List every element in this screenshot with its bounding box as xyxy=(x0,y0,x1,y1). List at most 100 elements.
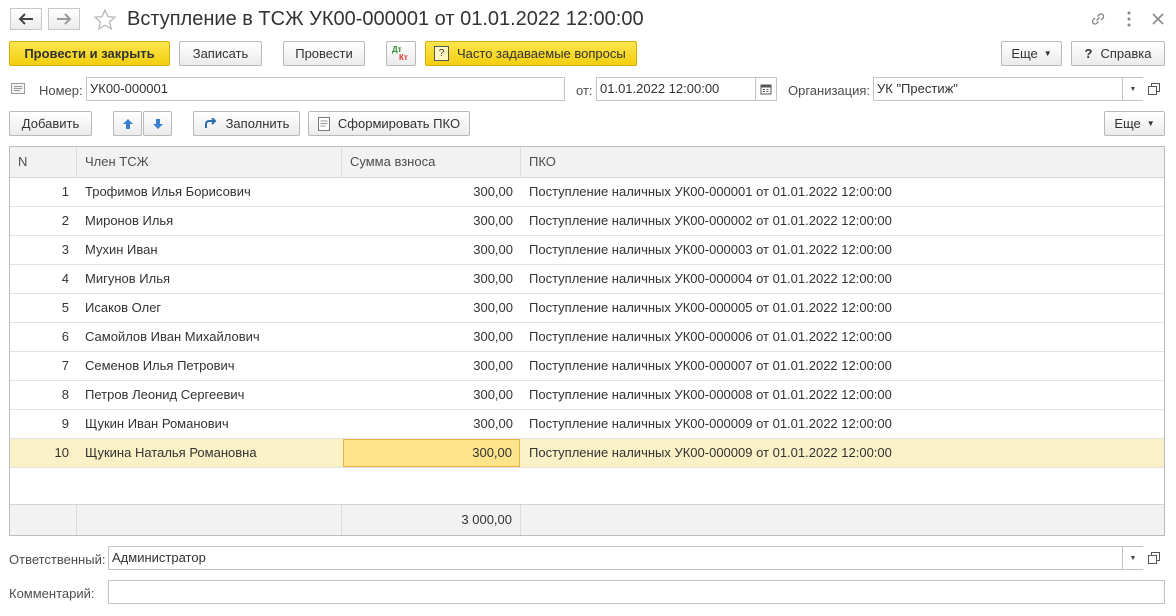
footer-cell xyxy=(10,505,77,535)
organization-dropdown-button[interactable]: ▼ xyxy=(1122,77,1144,101)
vertical-dots-icon xyxy=(1127,11,1131,27)
more-button-top[interactable]: Еще ▼ xyxy=(1001,41,1062,66)
add-button[interactable]: Добавить xyxy=(9,111,92,136)
dt-kt-icon: Дт Кт xyxy=(392,44,408,62)
help-icon: ? xyxy=(1084,46,1093,61)
responsible-dropdown-button[interactable]: ▼ xyxy=(1122,546,1144,570)
fee-amount[interactable]: 300,00 xyxy=(343,207,520,235)
fee-amount[interactable]: 300,00 xyxy=(343,294,520,322)
member-name[interactable]: Миронов Илья xyxy=(77,207,342,235)
fee-amount[interactable]: 300,00 xyxy=(343,410,520,438)
table-header: N Член ТСЖ Сумма взноса ПКО xyxy=(10,147,1164,178)
pko-document[interactable]: Поступление наличных УК00-000004 от 01.0… xyxy=(521,265,1164,293)
table-row[interactable]: 2 Миронов Илья 300,00 Поступление наличных … xyxy=(10,207,1164,236)
total-amount: 3 000,00 xyxy=(342,505,521,535)
pko-document[interactable]: Поступление наличных УК00-000006 от 01.0… xyxy=(521,323,1164,351)
fee-amount[interactable]: 300,00 xyxy=(343,323,520,351)
member-name[interactable]: Щукин Иван Романович xyxy=(77,410,342,438)
column-header-pko[interactable]: ПКО xyxy=(521,147,1164,177)
number-field[interactable]: УК00-000001 xyxy=(86,77,565,101)
fill-button[interactable]: Заполнить xyxy=(193,111,300,136)
row-number: 10 xyxy=(54,445,69,460)
member-name[interactable]: Исаков Олег xyxy=(77,294,342,322)
post-label: Провести xyxy=(295,46,353,61)
back-button[interactable] xyxy=(10,8,42,30)
close-button[interactable] xyxy=(1149,10,1167,28)
create-pko-button[interactable]: Сформировать ПКО xyxy=(308,111,470,136)
move-up-button[interactable] xyxy=(113,111,142,136)
question-icon: ? xyxy=(434,46,449,61)
fee-amount[interactable]: 300,00 xyxy=(343,178,520,206)
table-row[interactable]: 7 Семенов Илья Петрович 300,00 Поступление … xyxy=(10,352,1164,381)
faq-label: Часто задаваемые вопросы xyxy=(457,46,626,61)
pko-document[interactable]: Поступление наличных УК00-000005 от 01.0… xyxy=(521,294,1164,322)
pko-document[interactable]: Поступление наличных УК00-000009 от 01.0… xyxy=(521,439,1164,467)
member-name[interactable]: Мухин Иван xyxy=(77,236,342,264)
move-down-button[interactable] xyxy=(143,111,172,136)
post-button[interactable]: Провести xyxy=(283,41,365,66)
comment-field[interactable] xyxy=(108,580,1165,604)
table-row[interactable]: 4 Мигунов Илья 300,00 Поступление наличных … xyxy=(10,265,1164,294)
member-name[interactable]: Трофимов Илья Борисович xyxy=(77,178,342,206)
column-header-member[interactable]: Член ТСЖ xyxy=(77,147,342,177)
fee-amount[interactable]: 300,00 xyxy=(343,265,520,293)
chevron-down-icon: ▼ xyxy=(1043,49,1052,58)
more-button-table[interactable]: Еще ▼ xyxy=(1104,111,1165,136)
member-name[interactable]: Семенов Илья Петрович xyxy=(77,352,342,380)
member-name[interactable]: Щукина Наталья Романовна xyxy=(77,439,342,467)
member-name[interactable]: Самойлов Иван Михайлович xyxy=(77,323,342,351)
responsible-field[interactable]: Администратор xyxy=(108,546,1123,570)
open-window-icon xyxy=(1148,83,1160,95)
pko-document[interactable]: Поступление наличных УК00-000007 от 01.0… xyxy=(521,352,1164,380)
calendar-button[interactable] xyxy=(755,77,777,101)
column-header-amount[interactable]: Сумма взноса xyxy=(342,147,521,177)
dt-kt-button[interactable]: Дт Кт xyxy=(386,41,416,66)
forward-button[interactable] xyxy=(48,8,80,30)
link-button[interactable] xyxy=(1089,10,1107,28)
number-label: Номер: xyxy=(39,83,83,98)
row-number: 8 xyxy=(61,387,69,402)
more-menu-button[interactable] xyxy=(1122,10,1136,28)
fee-amount[interactable]: 300,00 xyxy=(343,352,520,380)
organization-field[interactable]: УК "Престиж" xyxy=(873,77,1123,101)
table-row[interactable]: 10 Щукина Наталья Романовна 300,00 Поступле… xyxy=(10,439,1164,468)
favorite-button[interactable] xyxy=(93,8,117,32)
pko-document[interactable]: Поступление наличных УК00-000008 от 01.0… xyxy=(521,381,1164,409)
arrow-right-icon xyxy=(57,13,72,25)
fill-label: Заполнить xyxy=(225,116,290,131)
pko-document[interactable]: Поступление наличных УК00-000009 от 01.0… xyxy=(521,410,1164,438)
save-button[interactable]: Записать xyxy=(179,41,262,66)
post-and-close-button[interactable]: Провести и закрыть xyxy=(9,41,170,66)
table-row[interactable]: 6 Самойлов Иван Михайлович 300,00 Поступлен… xyxy=(10,323,1164,352)
pko-document[interactable]: Поступление наличных УК00-000001 от 01.0… xyxy=(521,178,1164,206)
members-table[interactable]: N Член ТСЖ Сумма взноса ПКО 1 Трофимов Ил… xyxy=(9,146,1165,536)
fee-amount[interactable]: 300,00 xyxy=(343,236,520,264)
link-icon xyxy=(1091,13,1105,25)
footer-cell xyxy=(77,505,342,535)
arrow-down-icon xyxy=(152,118,163,129)
table-row[interactable]: 9 Щукин Иван Романович 300,00 Поступление н… xyxy=(10,410,1164,439)
responsible-open-button[interactable] xyxy=(1143,546,1165,570)
pko-document[interactable]: Поступление наличных УК00-000003 от 01.0… xyxy=(521,236,1164,264)
star-icon xyxy=(93,8,117,31)
member-name[interactable]: Мигунов Илья xyxy=(77,265,342,293)
more-label: Еще xyxy=(1114,116,1141,131)
date-field[interactable]: 01.01.2022 12:00:00 xyxy=(596,77,756,101)
column-header-n[interactable]: N xyxy=(10,147,77,177)
arrow-up-icon xyxy=(122,118,133,129)
fee-amount[interactable]: 300,00 xyxy=(343,439,520,467)
row-number: 4 xyxy=(61,271,69,286)
more-label: Еще xyxy=(1011,46,1038,61)
faq-button[interactable]: ? Часто задаваемые вопросы xyxy=(425,41,637,66)
pko-document[interactable]: Поступление наличных УК00-000002 от 01.0… xyxy=(521,207,1164,235)
member-name[interactable]: Петров Леонид Сергеевич xyxy=(77,381,342,409)
date-label: от: xyxy=(576,83,593,98)
table-row[interactable]: 3 Мухин Иван 300,00 Поступление наличных УК… xyxy=(10,236,1164,265)
row-number: 2 xyxy=(61,213,69,228)
help-button[interactable]: ? Справка xyxy=(1071,41,1165,66)
fee-amount[interactable]: 300,00 xyxy=(343,381,520,409)
table-row[interactable]: 8 Петров Леонид Сергеевич 300,00 Поступлени… xyxy=(10,381,1164,410)
organization-open-button[interactable] xyxy=(1143,77,1165,101)
table-row[interactable]: 5 Исаков Олег 300,00 Поступление наличных У… xyxy=(10,294,1164,323)
table-row[interactable]: 1 Трофимов Илья Борисович 300,00 Поступлени… xyxy=(10,178,1164,207)
